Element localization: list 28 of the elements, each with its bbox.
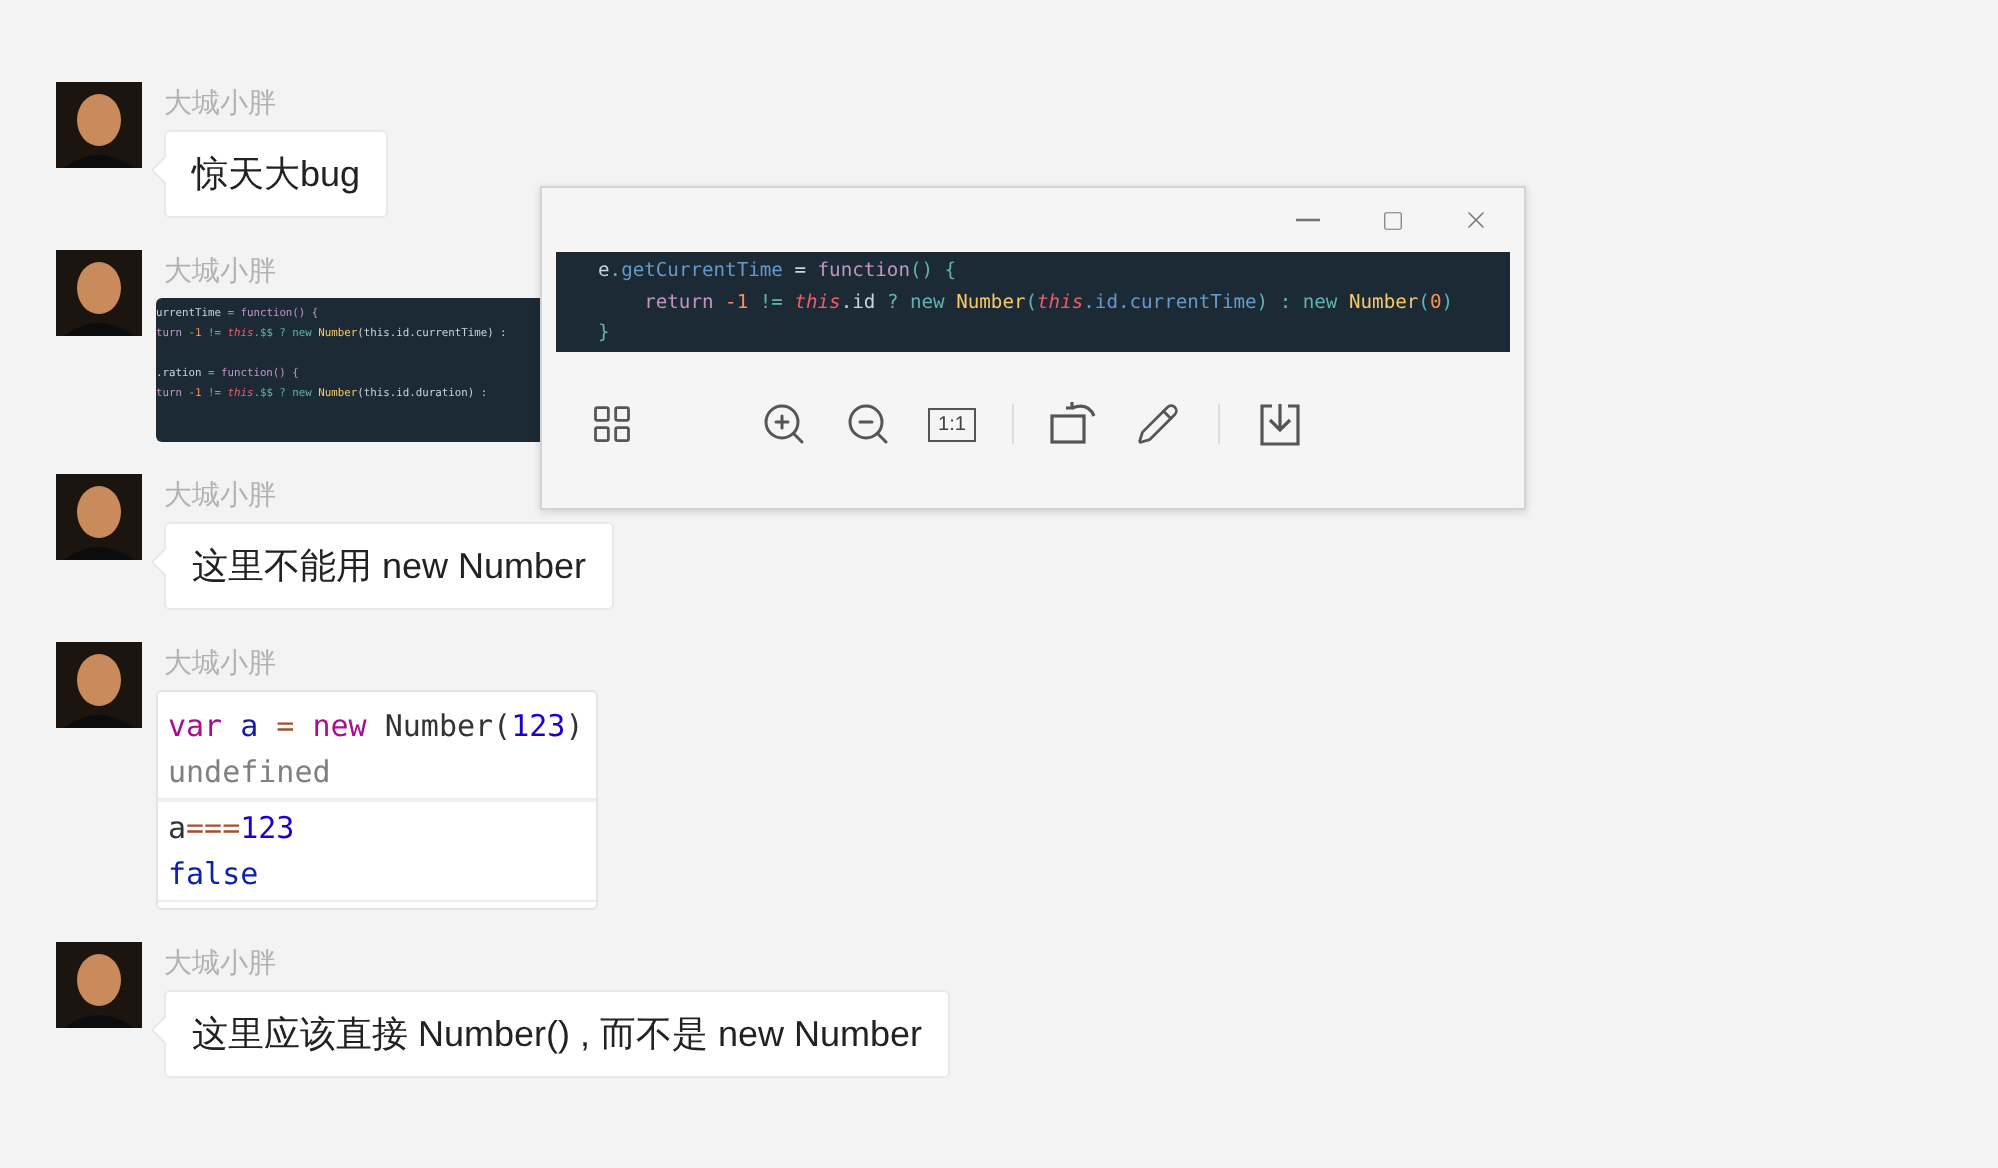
rotate-icon: [1048, 400, 1100, 448]
console-line: var a = new Number(123): [168, 706, 586, 748]
code-image: e.getCurrentTime = function() { return -1 != this.id ? new Number(this.id.currentTime) : new Number(0) }: [556, 252, 1510, 352]
sender-name: 大城小胖: [164, 84, 276, 122]
avatar: [56, 942, 142, 1028]
avatar: [56, 250, 142, 336]
message-bubble: 这里应该直接 Number() , 而不是 new Number: [164, 990, 951, 1078]
download-icon: [1258, 400, 1302, 448]
sender-name: 大城小胖: [164, 476, 276, 514]
message-bubble: 惊天大bug: [164, 130, 389, 218]
console-line: undefined: [168, 752, 333, 794]
close-icon: [1462, 206, 1490, 234]
minimize-icon: [1296, 218, 1320, 222]
avatar: [56, 82, 142, 168]
message-bubble: 这里不能用 new Number: [164, 522, 615, 610]
avatar: [56, 642, 142, 728]
console-line: a===123: [168, 808, 297, 850]
sender-name: 大城小胖: [164, 944, 276, 982]
avatar: [56, 474, 142, 560]
actual-size-button[interactable]: 1:1: [928, 407, 976, 441]
maximize-icon: [1381, 209, 1403, 231]
pencil-icon: [1136, 402, 1180, 446]
sender-name: 大城小胖: [164, 644, 276, 682]
console-line: false: [168, 854, 261, 896]
grid-icon: [590, 402, 634, 446]
zoom-in-icon: [760, 400, 808, 448]
zoom-out-icon: [844, 400, 892, 448]
sender-name: 大城小胖: [164, 252, 276, 290]
